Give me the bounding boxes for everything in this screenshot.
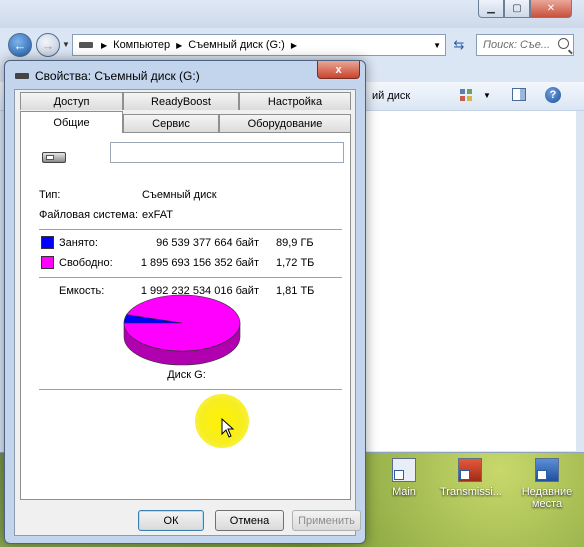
- desktop-icon-label: Недавние места: [521, 486, 573, 510]
- address-bar[interactable]: ▶ Компьютер ▶ Съемный диск (G:) ▶ ▼: [72, 34, 446, 56]
- preview-pane-icon[interactable]: [512, 88, 526, 101]
- desktop-icon-main[interactable]: Main: [374, 458, 434, 498]
- search-input[interactable]: Поиск: Съе...: [476, 34, 574, 56]
- dialog-body: Доступ ReadyBoost Настройка Общие Сервис…: [14, 89, 361, 536]
- used-space-swatch: [41, 236, 54, 249]
- disk-usage-pie: [120, 291, 244, 367]
- help-icon[interactable]: ?: [545, 87, 561, 103]
- forward-button[interactable]: →: [36, 33, 60, 57]
- tab-readyboost[interactable]: ReadyBoost: [123, 92, 239, 110]
- ok-button[interactable]: ОК: [138, 510, 204, 531]
- close-icon: x: [335, 63, 342, 76]
- tab-label: Настройка: [267, 95, 323, 108]
- shortcut-icon: [535, 458, 559, 482]
- desktop-icon-recent-places[interactable]: Недавние места: [516, 458, 578, 510]
- separator: [39, 229, 342, 231]
- explorer-border: [576, 111, 584, 451]
- filesystem-label: Файловая система:: [39, 209, 139, 221]
- free-bytes: 1 895 693 156 352 байт: [140, 257, 259, 269]
- refresh-icon[interactable]: ⇆: [448, 35, 470, 55]
- desktop-icon-label: Transmissi...: [440, 486, 502, 498]
- free-space-swatch: [41, 256, 54, 269]
- tab-label: Оборудование: [247, 117, 323, 130]
- tab-label: Доступ: [53, 95, 90, 108]
- cursor-icon: [221, 418, 235, 438]
- cancel-button[interactable]: Отмена: [215, 510, 284, 531]
- tab-access[interactable]: Доступ: [20, 92, 123, 110]
- search-placeholder: Поиск: Съе...: [483, 39, 551, 51]
- separator: [39, 389, 342, 391]
- tab-label: ReadyBoost: [151, 95, 211, 108]
- separator: [39, 277, 342, 279]
- shortcut-icon: [458, 458, 482, 482]
- desktop-icon-transmission[interactable]: Transmissi...: [440, 458, 502, 498]
- drive-icon: [15, 73, 29, 79]
- volume-name-field[interactable]: [110, 142, 344, 163]
- free-label: Свободно:: [59, 257, 113, 269]
- chevron-right-icon[interactable]: ▶: [176, 41, 182, 50]
- back-button[interactable]: ←: [8, 33, 32, 57]
- type-value: Съемный диск: [142, 189, 217, 201]
- command-bar-text: ий диск: [372, 90, 411, 102]
- arrow-right-icon: →: [41, 37, 55, 53]
- desktop-icon-label: Main: [392, 486, 416, 498]
- chevron-right-icon[interactable]: ▶: [101, 41, 107, 50]
- capacity-size: 1,81 ТБ: [276, 285, 315, 297]
- file-list-pane[interactable]: [362, 111, 584, 451]
- apply-button[interactable]: Применить: [292, 510, 361, 531]
- used-label: Занято:: [59, 237, 98, 249]
- used-bytes: 96 539 377 664 байт: [156, 237, 259, 249]
- tab-general[interactable]: Общие: [20, 111, 123, 133]
- type-label: Тип:: [39, 189, 61, 201]
- maximize-button[interactable]: ▢: [504, 0, 530, 18]
- history-dropdown-icon[interactable]: ▼: [62, 40, 70, 49]
- tab-hardware[interactable]: Оборудование: [219, 114, 351, 132]
- properties-dialog: Свойства: Съемный диск (G:) x Доступ Rea…: [4, 60, 366, 544]
- tab-label: Сервис: [152, 117, 190, 130]
- breadcrumb-drive[interactable]: Съемный диск (G:): [188, 39, 285, 51]
- arrow-left-icon: ←: [13, 37, 27, 53]
- search-icon: [558, 38, 569, 49]
- capacity-label: Емкость:: [59, 285, 105, 297]
- address-dropdown-icon[interactable]: ▼: [433, 41, 441, 50]
- views-dropdown-icon[interactable]: ▼: [483, 91, 491, 100]
- filesystem-value: exFAT: [142, 209, 173, 221]
- free-size: 1,72 ТБ: [276, 257, 315, 269]
- removable-drive-icon: [42, 152, 66, 163]
- tab-customize[interactable]: Настройка: [239, 92, 351, 110]
- dialog-title-text: Свойства: Съемный диск (G:): [35, 69, 200, 83]
- shortcut-icon: [392, 458, 416, 482]
- views-icon[interactable]: [460, 89, 472, 101]
- close-button[interactable]: x: [317, 61, 360, 79]
- minimize-button[interactable]: ▁: [478, 0, 504, 18]
- dialog-title: Свойства: Съемный диск (G:): [15, 69, 200, 83]
- drive-icon: [79, 42, 93, 48]
- disk-label: Диск G:: [167, 369, 206, 381]
- pie-chart: [123, 294, 241, 366]
- tab-tools[interactable]: Сервис: [123, 114, 219, 132]
- explorer-close-button[interactable]: ✕: [530, 0, 572, 18]
- navigation-bar: ← → ▼ ▶ Компьютер ▶ Съемный диск (G:) ▶ …: [0, 30, 584, 60]
- breadcrumb-computer[interactable]: Компьютер: [113, 39, 170, 51]
- tab-label: Общие: [53, 116, 90, 129]
- general-tab-panel: Тип: Съемный диск Файловая система: exFA…: [20, 132, 351, 500]
- chevron-right-icon[interactable]: ▶: [291, 41, 297, 50]
- used-size: 89,9 ГБ: [276, 237, 314, 249]
